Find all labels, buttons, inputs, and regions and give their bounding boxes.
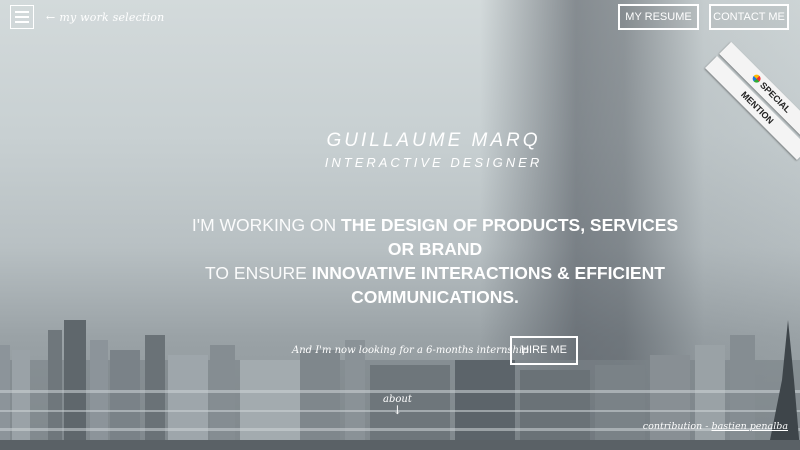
statement-bold1: THE DESIGN OF PRODUCTS, SERVICES OR BRAN… [341, 215, 679, 259]
hire-me-button[interactable]: HIRE ME [510, 336, 578, 365]
menu-bar [15, 11, 29, 13]
work-selection-link[interactable]: ← my work selection [46, 11, 164, 24]
hero-name: GUILLAUME MARQ [326, 130, 541, 151]
menu-bar [15, 21, 29, 23]
statement-part1: I'M WORKING ON [191, 215, 342, 235]
hero-role: INTERACTIVE DESIGNER [324, 155, 543, 170]
hamburger-menu-icon[interactable] [10, 5, 34, 29]
about-link[interactable]: about ↓ [383, 394, 412, 417]
my-resume-button[interactable]: MY RESUME [618, 4, 699, 30]
contribution-credit: contribution - bastien penalba [643, 421, 788, 432]
hero-statement: I'M WORKING ON THE DESIGN OF PRODUCTS, S… [180, 213, 690, 309]
arrow-left-icon: ← [46, 11, 56, 24]
contribution-author-link[interactable]: bastien penalba [711, 421, 788, 432]
internship-text: And I'm now looking for a 6-months inter… [292, 345, 529, 356]
arrow-down-icon: ↓ [392, 403, 403, 417]
statement-part2: TO ENSURE [205, 263, 312, 283]
statement-bold2: INNOVATIVE INTERACTIONS & EFFICIENT COMM… [311, 263, 665, 307]
work-selection-label: my work selection [59, 11, 165, 24]
menu-bar [15, 16, 29, 18]
contribution-prefix: contribution - [642, 421, 712, 432]
contact-me-button[interactable]: CONTACT ME [709, 4, 789, 30]
